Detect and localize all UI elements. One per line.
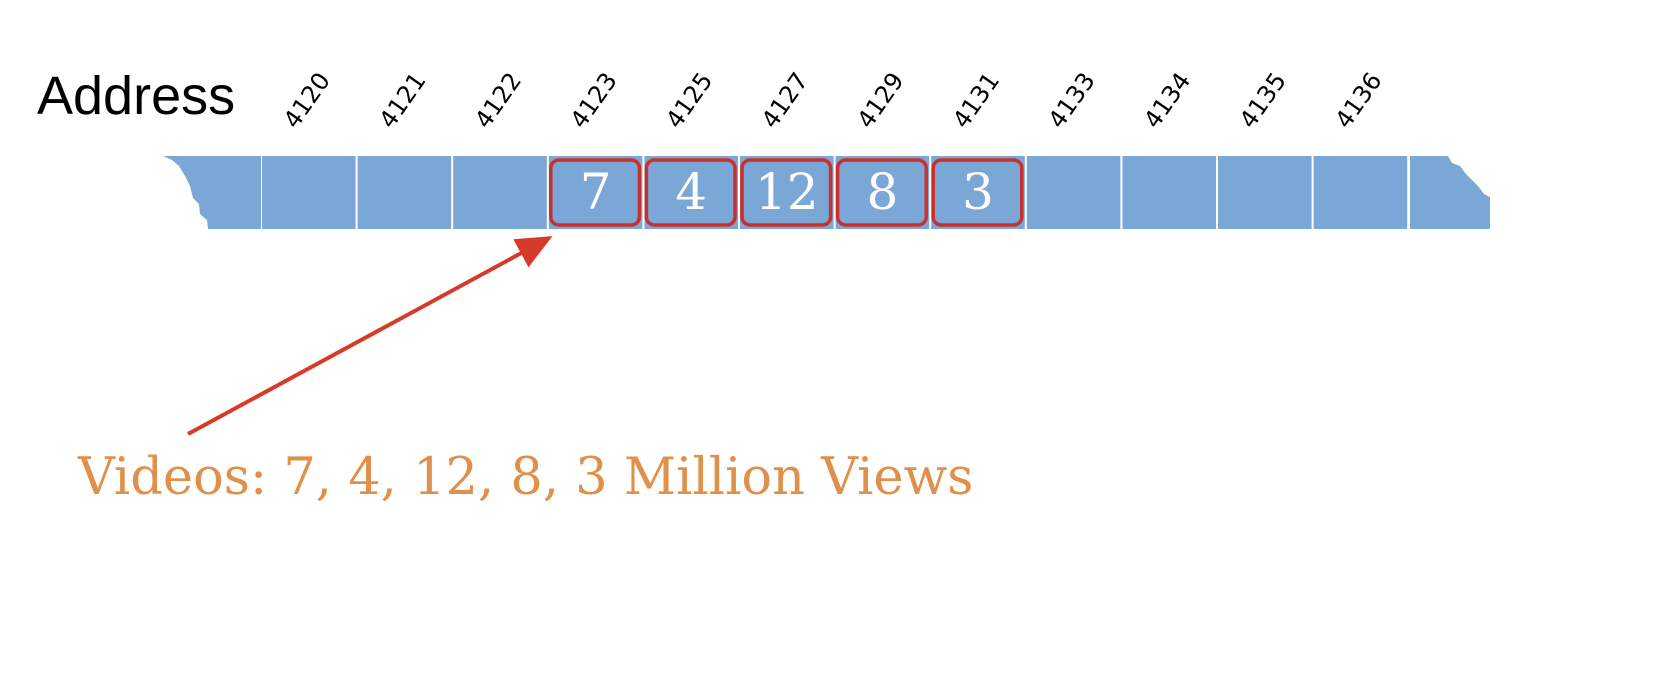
memory-cell <box>1122 156 1216 229</box>
memory-cell-value: 7 <box>580 163 612 221</box>
memory-strip-right-torn-edge <box>1410 156 1490 229</box>
memory-cell-value: 12 <box>755 163 819 221</box>
address-label: 4125 <box>660 67 718 133</box>
address-label: 4136 <box>1330 67 1388 133</box>
address-label: 4123 <box>565 67 623 133</box>
address-label: 4121 <box>374 67 432 133</box>
memory-cells: 7 4 12 8 3 <box>262 156 1408 229</box>
address-label: 4135 <box>1234 67 1292 133</box>
memory-cell <box>1026 156 1121 229</box>
address-heading: Address <box>37 66 235 126</box>
address-label: 4133 <box>1043 67 1101 133</box>
memory-cell <box>357 156 452 229</box>
memory-cell <box>1218 156 1312 229</box>
memory-cell-value: 8 <box>866 163 898 221</box>
address-label: 4134 <box>1138 67 1196 133</box>
address-label: 4122 <box>469 67 527 133</box>
address-label: 4120 <box>278 67 336 133</box>
address-label: 4129 <box>852 67 910 133</box>
memory-strip-left-torn-edge <box>163 156 261 229</box>
memory-cell <box>1313 156 1408 229</box>
pointer-arrow <box>187 236 553 436</box>
videos-caption: Videos: 7, 4, 12, 8, 3 Million Views <box>77 448 973 507</box>
memory-cell-value: 4 <box>675 163 707 221</box>
address-labels: 4120 4121 4122 4123 4125 4127 4129 4131 4133 4134… <box>278 67 1388 133</box>
memory-cell <box>453 156 547 229</box>
address-label: 4127 <box>756 67 814 133</box>
memory-diagram: Address 4120 4121 4122 4123 4125 4127 4129 4131… <box>37 66 1490 507</box>
address-label: 4131 <box>947 67 1005 133</box>
memory-cell-value: 3 <box>962 163 994 221</box>
memory-cell <box>262 156 356 229</box>
